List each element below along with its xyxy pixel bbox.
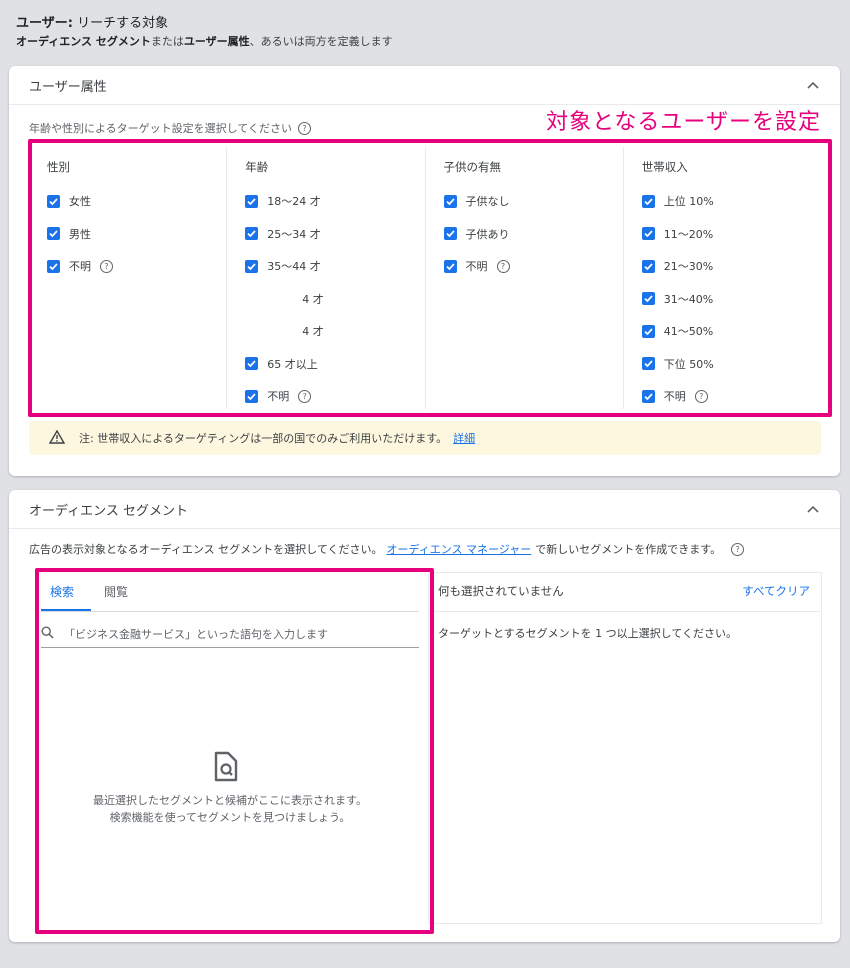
header-title-bold: ユーザー: xyxy=(16,16,73,31)
demographics-title: ユーザー属性 xyxy=(29,79,107,95)
page-header: ユーザー: リーチする対象 オーディエンス セグメントまたはユーザー属性、あるい… xyxy=(16,14,834,50)
help-icon[interactable]: ? xyxy=(731,542,745,556)
annotation-label: 対象となるユーザーを設定 xyxy=(546,110,821,135)
selected-divider xyxy=(428,611,820,612)
audience-manager-link[interactable]: オーディエンス マネージャー xyxy=(387,541,532,557)
highlight-box-demographics xyxy=(28,139,832,417)
segments-title: オーディエンス セグメント xyxy=(29,503,188,519)
segments-description: 広告の表示対象となるオーディエンス セグメントを選択してください。 オーディエン… xyxy=(29,541,745,557)
help-icon[interactable]: ? xyxy=(298,121,312,135)
collapse-chevron-icon[interactable] xyxy=(806,78,820,92)
demographics-hint: 年齢や性別によるターゲット設定を選択してください ? xyxy=(29,120,312,136)
header-sub-t1: または xyxy=(150,35,184,48)
selected-header: 何も選択されていません すべてクリア xyxy=(438,583,810,599)
collapse-chevron-icon[interactable] xyxy=(806,502,820,516)
header-sub-b2: ユーザー属性 xyxy=(183,35,250,48)
highlight-box-segments xyxy=(35,568,434,934)
warning-text: 注: 世帯収入によるターゲティングは一部の国でのみご利用いただけます。 xyxy=(79,432,448,445)
warning-icon xyxy=(48,429,66,447)
header-title: リーチする対象 xyxy=(72,16,169,31)
segments-desc-after: で新しいセグメントを作成できます。 xyxy=(535,543,722,556)
warning-details-link[interactable]: 詳細 xyxy=(453,430,475,446)
header-sub-t2: 、あるいは両方を定義します xyxy=(249,35,393,48)
clear-all-button[interactable]: すべてクリア xyxy=(742,583,810,599)
demographics-hint-text: 年齢や性別によるターゲット設定を選択してください xyxy=(29,122,293,135)
segments-desc-before: 広告の表示対象となるオーディエンス セグメントを選択してください。 xyxy=(29,543,383,556)
selected-title: 何も選択されていません xyxy=(438,584,564,598)
warning-banner: 注: 世帯収入によるターゲティングは一部の国でのみご利用いただけます。 詳細 xyxy=(29,421,821,455)
selected-hint: ターゲットとするセグメントを 1 つ以上選択してください。 xyxy=(438,627,737,640)
header-sub-b1: オーディエンス セグメント xyxy=(16,35,151,48)
